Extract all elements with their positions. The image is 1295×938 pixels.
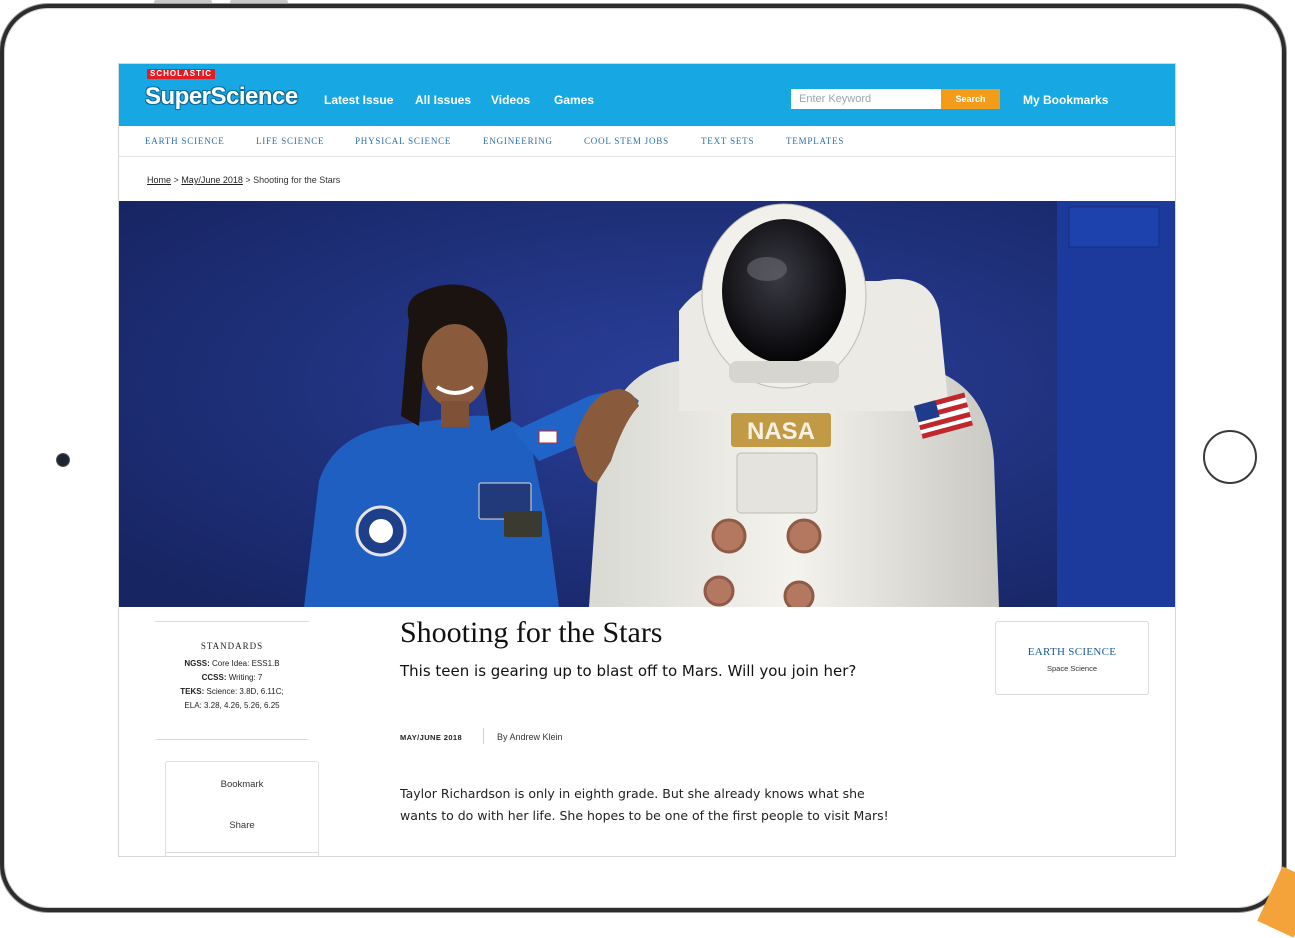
category-nav: EARTH SCIENCE LIFE SCIENCE PHYSICAL SCIE…: [119, 126, 1175, 157]
share-button[interactable]: Share: [166, 820, 318, 831]
front-camera: [56, 453, 70, 467]
site-header: SCHOLASTIC SuperScience Latest Issue All…: [119, 64, 1175, 126]
divider: [166, 852, 318, 853]
issue-date: MAY/JUNE 2018: [400, 733, 463, 742]
standard-teks-label: TEKS:: [180, 687, 205, 696]
standard-ccss-value: Writing: 7: [228, 673, 263, 682]
standard-ccss-label: CCSS:: [201, 673, 227, 682]
cat-text-sets[interactable]: TEXT SETS: [701, 136, 754, 146]
hero-illustration: NASA: [119, 201, 1175, 607]
search-input[interactable]: [791, 89, 941, 109]
byline: By Andrew Klein: [497, 732, 563, 742]
article-body: Taylor Richardson is only in eighth grad…: [400, 786, 889, 823]
browser-screen: SCHOLASTIC SuperScience Latest Issue All…: [118, 63, 1176, 857]
breadcrumb-issue[interactable]: May/June 2018: [181, 175, 243, 185]
nav-latest-issue[interactable]: Latest Issue: [324, 93, 393, 107]
standards-heading: STANDARDS: [200, 641, 264, 651]
article-actions: Bookmark Share: [165, 761, 319, 856]
subject-card[interactable]: EARTH SCIENCE Space Science: [995, 621, 1149, 695]
breadcrumb: Home > May/June 2018 > Shooting for the …: [147, 175, 340, 185]
standard-ngss-value: Core Idea: ESS1.B: [211, 659, 280, 668]
hero-image: NASA: [119, 201, 1175, 607]
meta-divider: [483, 728, 484, 744]
my-bookmarks-link[interactable]: My Bookmarks: [1023, 93, 1108, 107]
divider: [155, 621, 309, 622]
standard-ngss-label: NGSS:: [184, 659, 210, 668]
standard-teks: TEKS: Science: 3.8D, 6.11C;: [155, 687, 309, 696]
superscience-logo[interactable]: SuperScience: [145, 83, 298, 111]
breadcrumb-home[interactable]: Home: [147, 175, 171, 185]
cat-life-science[interactable]: LIFE SCIENCE: [256, 136, 324, 146]
divider: [155, 739, 309, 740]
standard-ccss: CCSS: Writing: 7: [155, 673, 309, 682]
standard-ngss: NGSS: Core Idea: ESS1.B: [155, 659, 309, 668]
cat-physical-science[interactable]: PHYSICAL SCIENCE: [355, 136, 451, 146]
cat-earth-science[interactable]: EARTH SCIENCE: [145, 136, 225, 146]
scholastic-logo[interactable]: SCHOLASTIC: [147, 69, 215, 79]
home-button[interactable]: [1203, 430, 1257, 484]
search-button[interactable]: Search: [941, 89, 1000, 109]
cat-engineering[interactable]: ENGINEERING: [483, 136, 553, 146]
standard-ela: ELA: 3.28, 4.26, 5.26, 6.25: [184, 701, 280, 710]
subject-title: EARTH SCIENCE: [1027, 646, 1117, 658]
bookmark-button[interactable]: Bookmark: [166, 779, 318, 790]
nav-all-issues[interactable]: All Issues: [415, 93, 471, 107]
nav-videos[interactable]: Videos: [491, 93, 530, 107]
cat-templates[interactable]: TEMPLATES: [786, 136, 844, 146]
standard-teks-value: Science: 3.8D, 6.11C;: [206, 687, 284, 696]
nasa-logo-text: NASA: [747, 418, 815, 445]
nav-games[interactable]: Games: [554, 93, 594, 107]
breadcrumb-current: Shooting for the Stars: [253, 175, 341, 185]
article-dek: This teen is gearing up to blast off to …: [400, 662, 857, 680]
breadcrumb-separator: >: [245, 175, 251, 185]
subject-subtitle: Space Science: [1046, 664, 1098, 673]
breadcrumb-separator: >: [173, 175, 179, 185]
cat-cool-stem-jobs[interactable]: COOL STEM JOBS: [584, 136, 669, 146]
article-title: Shooting for the Stars: [400, 616, 663, 649]
